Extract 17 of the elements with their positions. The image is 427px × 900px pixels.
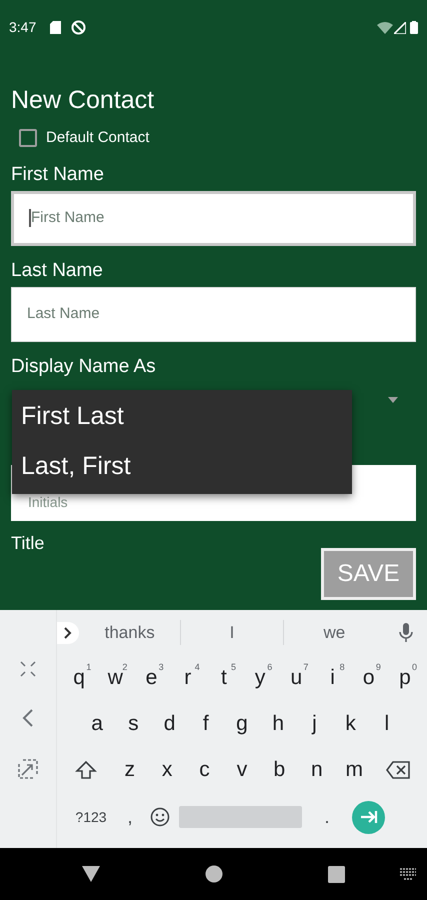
checkbox-label: Default Contact <box>46 128 150 148</box>
key-hint: 4 <box>194 661 200 674</box>
key-hint: 9 <box>376 661 381 674</box>
key-hint: 1 <box>86 661 92 674</box>
key-hint: 6 <box>267 661 272 674</box>
key-hint: 3 <box>158 661 164 674</box>
key-hint: 7 <box>303 661 308 674</box>
field-label: Display Name As <box>11 356 157 378</box>
key-hint: 2 <box>122 661 128 672</box>
key-hint: 8 <box>340 661 345 674</box>
status-time: 3:47 <box>9 18 36 37</box>
page-title: New Contact <box>11 85 156 115</box>
field-label: Last Name <box>11 260 104 282</box>
key-hint: 0 <box>412 661 418 674</box>
field-label: Title <box>11 532 46 552</box>
field-label: First Name <box>11 164 105 186</box>
key-hint: 5 <box>231 661 236 674</box>
